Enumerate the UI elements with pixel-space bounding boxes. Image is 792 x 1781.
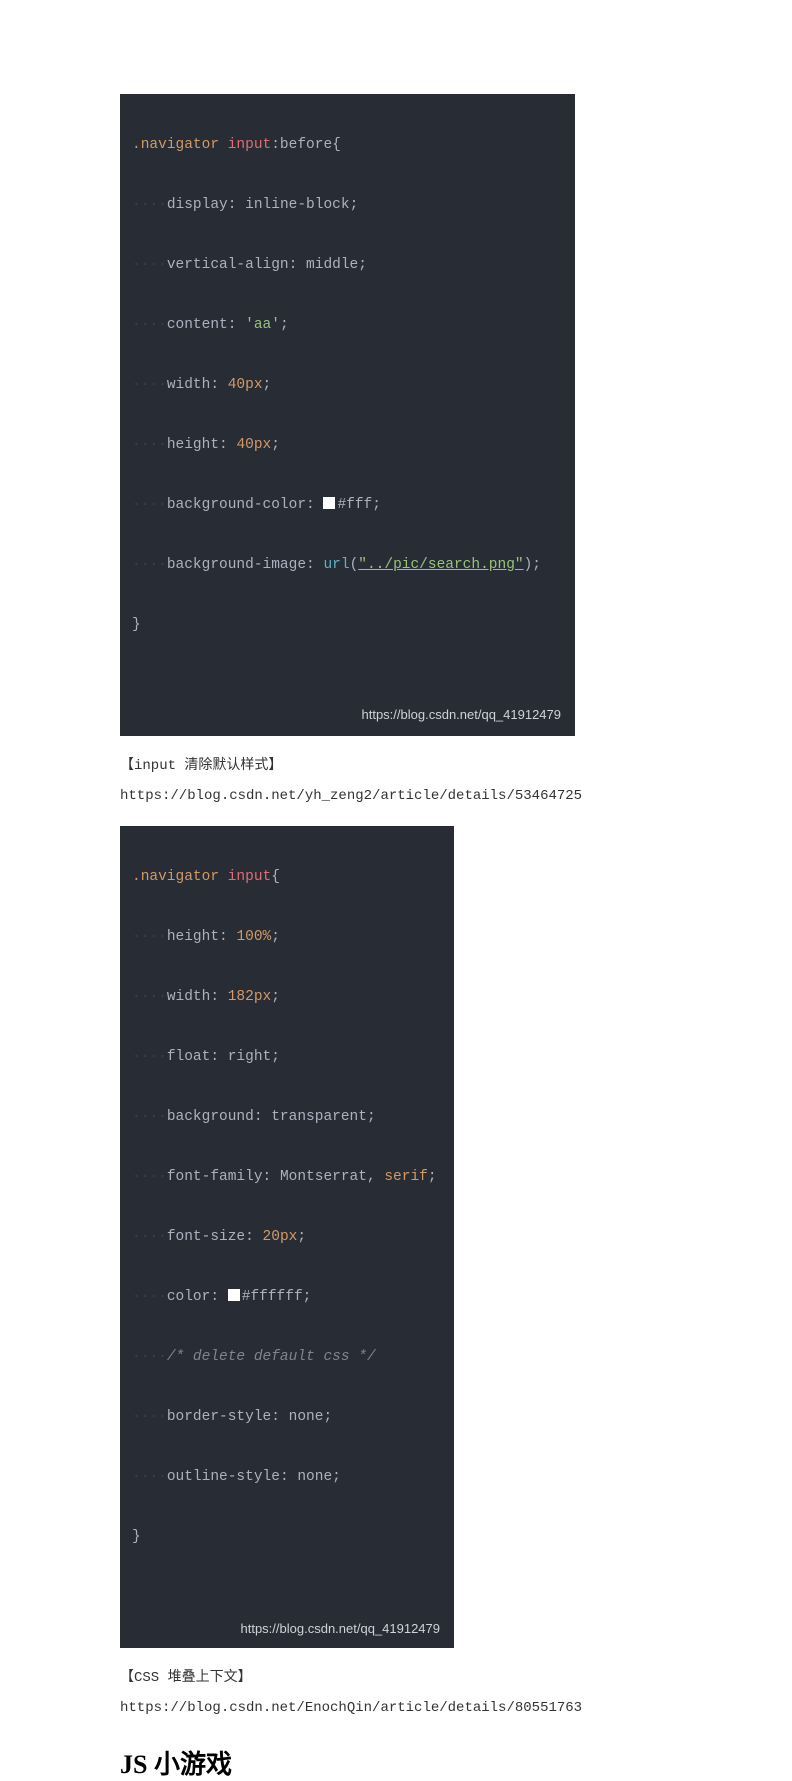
code-block-2: .navigator input{ ····height: 100%; ····… (120, 826, 454, 1648)
selector-class: .navigator (132, 137, 219, 153)
link-css-stack: https://blog.csdn.net/EnochQin/article/d… (120, 1700, 792, 1716)
code-block-1: .navigator input:before{ ····display: in… (120, 94, 575, 736)
para-css-stack: 【CSS 堆叠上下文】 (120, 1666, 792, 1686)
selector-pseudo: :before (271, 137, 332, 153)
watermark: https://blog.csdn.net/qq_41912479 (362, 700, 562, 730)
link-input-clear: https://blog.csdn.net/yh_zeng2/article/d… (120, 788, 792, 804)
para-input-clear: 【input 清除默认样式】 (120, 754, 792, 774)
color-swatch-icon (323, 497, 335, 509)
selector-tag: input (228, 137, 272, 153)
heading-js-game: JS 小游戏 (120, 1744, 792, 1781)
watermark: https://blog.csdn.net/qq_41912479 (241, 1614, 441, 1644)
color-swatch-icon (228, 1289, 240, 1301)
